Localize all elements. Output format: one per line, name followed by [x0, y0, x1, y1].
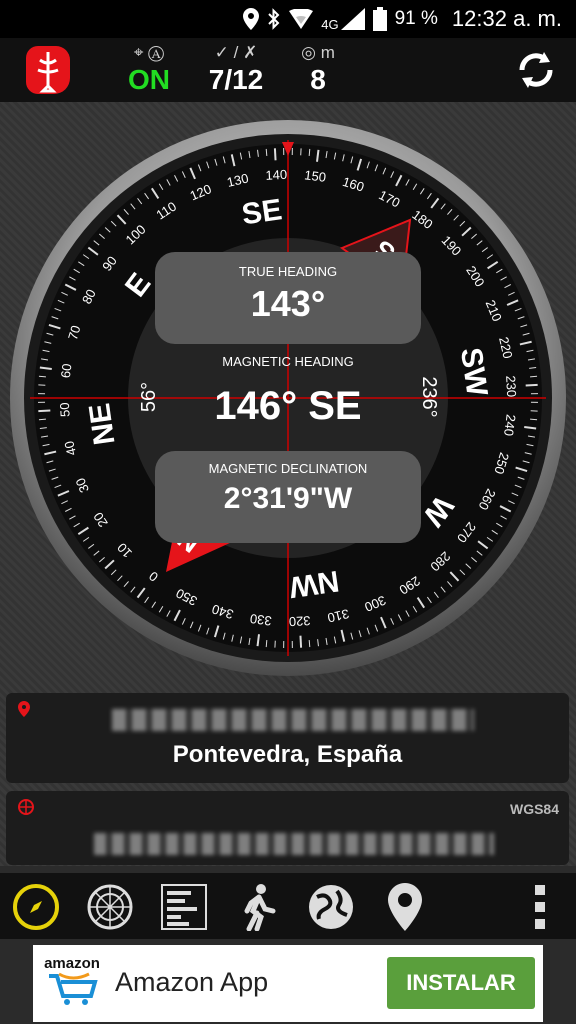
degree-label: 150 — [304, 167, 327, 185]
radar-nav-button[interactable] — [85, 882, 135, 932]
wifi-icon — [289, 9, 314, 29]
more-icon — [535, 885, 545, 929]
true-heading-value: 143° — [250, 283, 326, 324]
satellite-icon: ✓ / ✗ — [214, 43, 258, 62]
app-logo[interactable] — [26, 46, 70, 94]
dial-tick — [525, 383, 538, 387]
pin-icon — [388, 883, 422, 931]
amazon-logo-text: amazon — [44, 955, 100, 972]
cart-icon — [49, 972, 98, 1005]
dial-tick — [308, 640, 311, 648]
coordinates-card[interactable]: WGS84 — [6, 791, 569, 865]
coordinates-redacted — [94, 833, 494, 855]
globe-nav-button[interactable] — [306, 882, 356, 932]
dial-tick — [273, 148, 277, 161]
list-icon — [161, 884, 207, 930]
clock: 12:32 a. m. — [451, 6, 562, 31]
amazon-logo: amazon — [41, 955, 103, 1015]
datum-label: WGS84 — [509, 801, 559, 817]
list-nav-button[interactable] — [159, 882, 209, 932]
bottom-nav — [0, 873, 576, 939]
satellites: ✓ / ✗ 7/12 — [191, 42, 281, 96]
signal-icon — [340, 8, 365, 30]
degree-label: 240 — [501, 414, 519, 437]
refresh-button[interactable] — [514, 48, 558, 92]
gps-fix-icon: ⌖ Ⓐ — [133, 43, 165, 62]
degree-label: 230 — [503, 375, 519, 397]
address-card[interactable]: Pontevedra, España — [6, 693, 569, 783]
direction-label: NE — [83, 401, 121, 447]
ad-banner[interactable]: amazon Amazon App INSTALAR — [33, 945, 543, 1022]
magnetic-heading-value: 146° SE — [214, 384, 362, 428]
true-heading-label: TRUE HEADING — [238, 264, 338, 279]
status-bar: 4G 91 % 12:32 a. m. — [0, 0, 576, 38]
degree-label: 320 — [288, 613, 310, 629]
address-line-2: Pontevedra, España — [172, 741, 403, 768]
degree-label: 60 — [58, 363, 75, 379]
dial-tick — [38, 375, 46, 378]
right-angle: 236° — [418, 376, 440, 417]
accuracy-unit: m — [320, 43, 335, 62]
bluetooth-icon — [268, 8, 280, 30]
degree-label: 140 — [265, 167, 287, 183]
direction-label: NW — [286, 564, 341, 604]
declination-label: MAGNETIC DECLINATION — [208, 461, 368, 476]
gps-info-bar: ⌖ Ⓐ ON ✓ / ✗ 7/12 ◎ m 8 — [0, 38, 576, 102]
degree-label: 50 — [57, 402, 73, 417]
degree-label: 330 — [249, 611, 272, 629]
direction-label: SW — [454, 346, 493, 399]
dial-tick — [38, 418, 46, 421]
satellites-value: 7/12 — [208, 64, 264, 95]
walk-nav-button[interactable] — [234, 882, 284, 932]
dial-tick — [265, 148, 268, 156]
declination-value: 2°31'9"W — [223, 482, 353, 515]
battery-percent: 91 % — [394, 8, 438, 29]
accuracy: ◎ m 8 — [273, 42, 363, 96]
dial-tick — [530, 418, 538, 421]
ad-title: Amazon App — [115, 967, 269, 997]
install-button[interactable]: INSTALAR — [387, 957, 535, 1009]
compass-icon — [13, 884, 59, 930]
accuracy-icon: ◎ — [301, 43, 316, 62]
pin-nav-button[interactable] — [380, 882, 430, 932]
dial-tick — [299, 635, 303, 648]
compass-nav-button[interactable] — [11, 882, 61, 932]
radar-icon — [87, 884, 133, 930]
network-type-label: 4G — [321, 17, 339, 32]
dial-tick — [308, 148, 311, 156]
globe-small-icon — [18, 799, 34, 815]
dial-tick — [265, 640, 268, 648]
dial-tick — [530, 375, 538, 378]
address-line-1-redacted — [112, 709, 474, 731]
more-nav-button[interactable] — [515, 882, 565, 932]
battery-icon — [372, 7, 387, 31]
gps-status: ⌖ Ⓐ ON — [104, 42, 194, 96]
true-heading-panel: TRUE HEADING 143° — [155, 252, 421, 344]
magnetic-heading-label: MAGNETIC HEADING — [222, 354, 354, 369]
walk-icon — [244, 884, 276, 931]
direction-label: SE — [240, 193, 284, 231]
globe-icon — [309, 885, 353, 929]
gps-status-value: ON — [128, 64, 170, 95]
refresh-icon — [519, 52, 553, 88]
location-pin-icon — [18, 701, 30, 717]
accuracy-value: 8 — [310, 64, 326, 95]
compass-area: 0 10 20 30 40 50 60 70 80 90 100 110 120 130 140 150 160… — [0, 102, 576, 866]
location-status-icon — [243, 8, 260, 30]
declination-panel: MAGNETIC DECLINATION 2°31'9"W — [155, 451, 421, 543]
logo-icon — [37, 52, 59, 93]
dial-tick — [38, 409, 51, 413]
